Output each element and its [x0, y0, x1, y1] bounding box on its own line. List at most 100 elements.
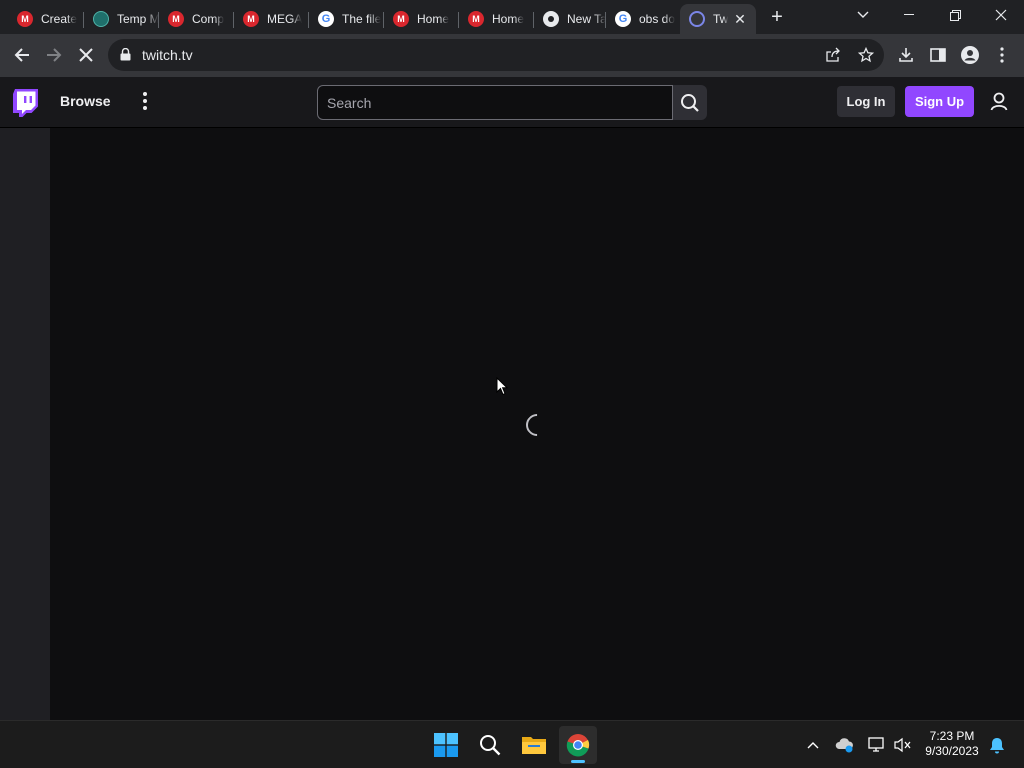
profile-icon [961, 46, 979, 64]
network-tray-icon[interactable] [866, 733, 888, 757]
search-icon [480, 735, 501, 756]
tab-title: Comp [192, 12, 225, 26]
clock-date: 9/30/2023 [925, 744, 979, 758]
user-icon[interactable] [988, 91, 1010, 113]
chevron-down-icon [857, 11, 869, 18]
share-icon [826, 47, 840, 62]
dot [143, 105, 147, 110]
minimize-button[interactable] [886, 0, 932, 30]
browser-tab[interactable]: M Create [8, 4, 84, 34]
side-panel-button[interactable] [926, 43, 950, 67]
cloud-icon [835, 738, 853, 753]
side-panel-icon [930, 48, 946, 62]
loading-spinner-icon [521, 409, 553, 441]
folder-icon [522, 737, 546, 754]
arrow-left-icon [14, 48, 29, 62]
browser-tab-active[interactable]: Tw ✕ [680, 4, 756, 34]
forward-button[interactable] [42, 43, 66, 67]
show-hidden-icons-button[interactable] [802, 733, 824, 757]
mouse-cursor-icon [496, 377, 508, 396]
browser-tab[interactable]: G obs do [606, 4, 680, 34]
download-icon [899, 48, 913, 62]
downloads-button[interactable] [894, 43, 918, 67]
tab-title: Temp M [117, 12, 159, 26]
bookmark-button[interactable] [854, 43, 878, 67]
browser-toolbar: twitch.tv [0, 34, 1024, 77]
dot [143, 98, 147, 103]
windows-taskbar: 7:23 PM 9/30/2023 [0, 720, 1024, 768]
browser-tab[interactable]: Temp M [84, 4, 159, 34]
new-tab-button[interactable]: + [766, 6, 788, 28]
stop-loading-button[interactable] [74, 43, 98, 67]
close-window-button[interactable] [978, 0, 1024, 30]
more-vertical-icon [1000, 47, 1004, 63]
twitch-main-content [50, 128, 1024, 720]
back-button[interactable] [10, 43, 34, 67]
more-options-button[interactable] [137, 91, 153, 111]
loading-icon [689, 11, 705, 27]
notifications-button[interactable] [986, 733, 1008, 757]
tab-title: The file [342, 12, 382, 26]
browser-tab[interactable]: G The file [309, 4, 384, 34]
tab-title: Home [492, 12, 525, 26]
active-indicator [571, 760, 585, 763]
search-icon [681, 93, 699, 112]
tab-title: Create [41, 12, 78, 26]
search-button[interactable] [673, 85, 707, 120]
browser-tab[interactable]: M Home [384, 4, 459, 34]
mega-icon: M [17, 11, 33, 27]
network-icon [868, 737, 884, 752]
tab-title: obs do [639, 12, 676, 26]
mega-icon: M [243, 11, 259, 27]
close-icon [79, 48, 93, 62]
browser-tab[interactable]: M Comp [159, 4, 234, 34]
tab-search-button[interactable] [840, 0, 886, 30]
mega-icon: M [393, 11, 409, 27]
close-tab-icon[interactable]: ✕ [732, 11, 748, 27]
tab-title: New Ta [567, 12, 606, 26]
twitch-top-nav: Browse Log In Sign Up [0, 77, 1024, 128]
login-button[interactable]: Log In [837, 86, 895, 117]
onedrive-tray-icon[interactable] [834, 733, 856, 757]
browser-tab-strip: M Create Temp M M Comp M MEGA G The file… [0, 0, 1024, 34]
google-icon: G [318, 11, 334, 27]
browser-tab[interactable]: New Ta [534, 4, 606, 34]
chrome-taskbar-button[interactable] [559, 726, 597, 764]
chrome-menu-button[interactable] [990, 43, 1014, 67]
browse-link[interactable]: Browse [60, 93, 111, 109]
start-button[interactable] [427, 726, 465, 764]
share-button[interactable] [821, 43, 845, 67]
tab-title: Tw [713, 12, 729, 26]
file-explorer-button[interactable] [515, 726, 553, 764]
profile-button[interactable] [958, 43, 982, 67]
restore-button[interactable] [932, 0, 978, 30]
chrome-icon [543, 11, 559, 27]
speaker-muted-icon [894, 737, 911, 753]
windows-logo-icon [434, 733, 458, 757]
star-icon [858, 47, 874, 63]
restore-icon [949, 9, 961, 21]
dot [143, 92, 147, 97]
close-icon [995, 9, 1007, 21]
chrome-icon [566, 734, 590, 757]
minimize-icon [904, 14, 914, 15]
mega-icon: M [468, 11, 484, 27]
mega-icon: M [168, 11, 184, 27]
address-bar[interactable]: twitch.tv [108, 39, 884, 71]
taskbar-search-button[interactable] [471, 726, 509, 764]
clock-time: 7:23 PM [929, 729, 975, 743]
signup-button[interactable]: Sign Up [905, 86, 974, 117]
twitch-side-nav [0, 128, 50, 720]
browser-tab[interactable]: M Home [459, 4, 534, 34]
temp-icon [93, 11, 109, 27]
system-clock[interactable]: 7:23 PM 9/30/2023 [920, 729, 984, 759]
search-input[interactable] [317, 85, 673, 120]
twitch-logo-icon[interactable] [13, 89, 38, 117]
bell-icon [990, 737, 1004, 753]
volume-tray-icon[interactable] [892, 733, 914, 757]
chevron-up-icon [807, 742, 819, 749]
google-icon: G [615, 11, 631, 27]
browser-tab[interactable]: M MEGA [234, 4, 309, 34]
arrow-right-icon [47, 48, 62, 62]
tab-title: Home [417, 12, 450, 26]
